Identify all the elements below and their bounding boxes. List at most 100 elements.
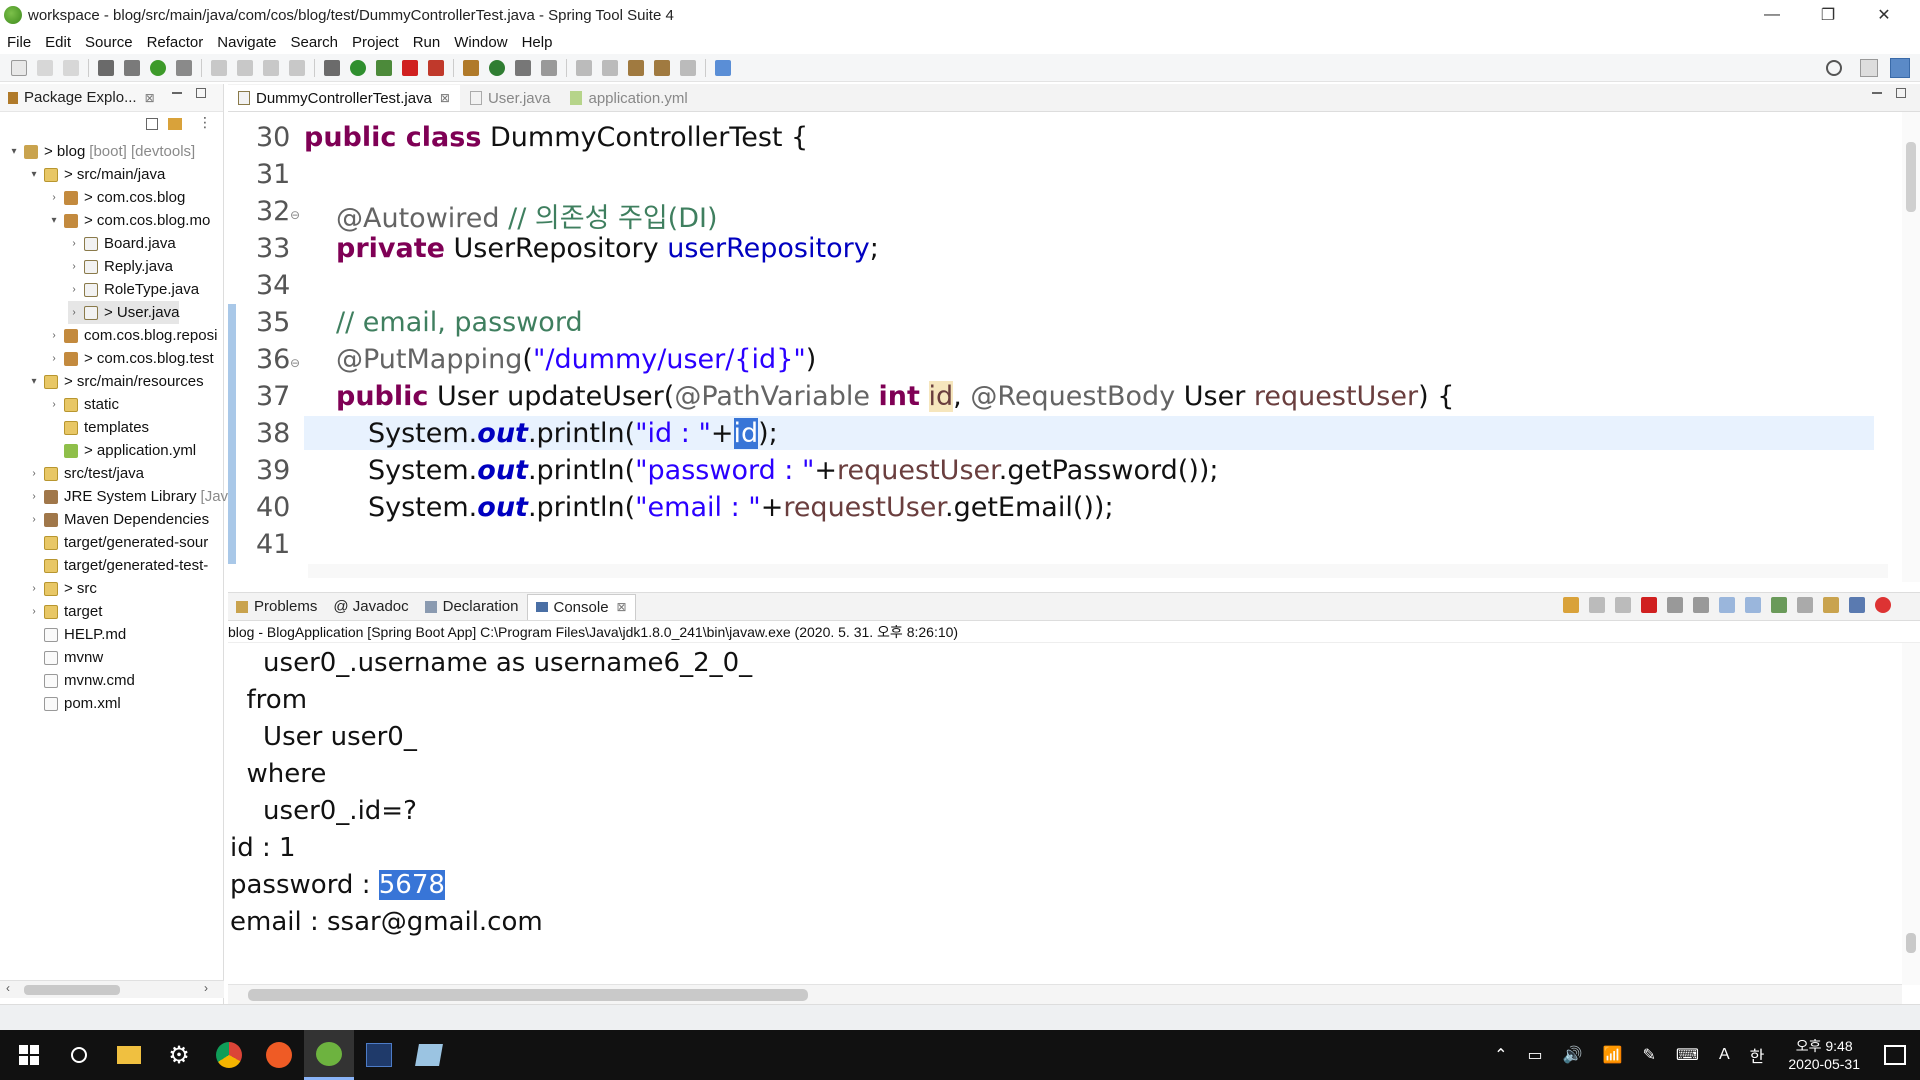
tree-item[interactable]: › JRE System Library [Jav [28, 485, 228, 508]
tab-application-yml[interactable]: application.yml [560, 85, 697, 111]
relaunch-icon[interactable] [428, 59, 444, 76]
tree-item[interactable]: › com.cos.blog.reposi [48, 324, 217, 347]
explorer-horizontal-scrollbar[interactable]: ‹ › [0, 980, 224, 998]
tree-expand-icon[interactable]: › [48, 330, 60, 341]
boot-dashboard-icon[interactable] [150, 59, 166, 76]
remove-all-icon[interactable] [1589, 597, 1605, 613]
new-icon[interactable] [11, 59, 27, 76]
save-icon[interactable] [37, 59, 53, 76]
link-editor-icon[interactable] [168, 118, 182, 130]
tree-expand-icon[interactable]: › [68, 261, 80, 272]
forward-icon[interactable] [680, 59, 696, 76]
show-on-output-icon[interactable] [1719, 597, 1735, 613]
menu-refactor[interactable]: Refactor [140, 34, 211, 51]
menu-project[interactable]: Project [345, 34, 406, 51]
file-explorer-icon[interactable] [104, 1030, 154, 1080]
menu-run[interactable]: Run [406, 34, 448, 51]
tree-expand-icon[interactable]: › [68, 307, 80, 318]
console-scroll-thumb[interactable] [1906, 933, 1916, 953]
new-package-icon[interactable] [463, 59, 479, 76]
open-perspective-icon[interactable] [1860, 59, 1878, 77]
next-annotation-icon[interactable] [576, 59, 592, 76]
tree-expand-icon[interactable]: › [28, 606, 40, 617]
pen-icon[interactable]: ✎ [1642, 1045, 1655, 1065]
step-over-icon[interactable] [237, 59, 253, 76]
editor-scroll-thumb[interactable] [1906, 142, 1916, 212]
tree-expand-icon[interactable]: › [68, 284, 80, 295]
java-perspective-icon[interactable] [1890, 58, 1910, 78]
step-icon[interactable] [211, 59, 227, 76]
stop-console-icon[interactable] [1875, 597, 1891, 613]
menu-file[interactable]: File [0, 34, 38, 51]
scroll-left-icon[interactable]: ‹ [6, 981, 10, 995]
tree-expand-icon[interactable]: ▾ [8, 146, 20, 157]
console-vertical-scrollbar[interactable] [1902, 643, 1920, 985]
terminate-icon[interactable] [1641, 597, 1657, 613]
tree-item[interactable]: › src/test/java [28, 462, 144, 485]
fold-toggle-icon[interactable]: ⊖ [290, 208, 300, 222]
boot-console-icon[interactable] [1849, 597, 1865, 613]
volume-icon[interactable]: 🔊 [1563, 1045, 1583, 1065]
minimize-view-icon[interactable] [172, 92, 182, 94]
tree-expand-icon[interactable]: › [48, 399, 60, 410]
menu-help[interactable]: Help [515, 34, 560, 51]
tree-item[interactable]: HELP.md [28, 623, 126, 646]
fold-toggle-icon[interactable]: ⊖ [290, 356, 300, 370]
tree-item[interactable]: › > com.cos.blog [48, 186, 185, 209]
step-return-icon[interactable] [263, 59, 279, 76]
menu-edit[interactable]: Edit [38, 34, 78, 51]
tree-item[interactable]: › > com.cos.blog.test [48, 347, 213, 370]
tree-item[interactable]: › > src [28, 577, 97, 600]
wifi-icon[interactable]: 📶 [1603, 1045, 1623, 1065]
pin-editor-icon[interactable] [715, 59, 731, 76]
keyboard-icon[interactable]: ⌨ [1676, 1045, 1699, 1065]
debug-icon[interactable] [324, 59, 340, 76]
tree-item[interactable]: ▾ > src/main/resources [28, 370, 203, 393]
tree-item[interactable]: > application.yml [48, 439, 196, 462]
display-console-icon[interactable] [1797, 597, 1813, 613]
ime-mode-a[interactable]: A [1719, 1046, 1730, 1064]
pin-console-icon[interactable] [1771, 597, 1787, 613]
console-hscroll-thumb[interactable] [248, 989, 808, 1001]
tree-item[interactable]: › target [28, 600, 102, 623]
tree-item[interactable]: › > User.java [68, 301, 180, 324]
maximize-button[interactable]: ❐ [1800, 0, 1856, 30]
menu-navigate[interactable]: Navigate [210, 34, 283, 51]
visual-studio-icon[interactable] [354, 1030, 404, 1080]
menu-window[interactable]: Window [447, 34, 514, 51]
settings-icon[interactable]: ⚙ [154, 1030, 204, 1080]
ime-mode-han[interactable]: 한 [1750, 1043, 1765, 1067]
tree-item[interactable]: target/generated-test- [28, 554, 208, 577]
open-console-icon[interactable] [1823, 597, 1839, 613]
package-explorer-title[interactable]: Package Explo... [24, 89, 137, 106]
package-explorer-close-icon[interactable]: ⊠ [145, 91, 155, 105]
drop-frame-icon[interactable] [289, 59, 305, 76]
tab-user-java[interactable]: User.java [460, 85, 561, 111]
tree-item[interactable]: › Maven Dependencies [28, 508, 209, 531]
search-icon[interactable] [1826, 60, 1842, 76]
search-toolbar-icon[interactable] [541, 59, 557, 76]
tab-dummy-controller-test[interactable]: DummyControllerTest.java ⊠ [228, 85, 460, 111]
back-icon[interactable] [654, 59, 670, 76]
menu-source[interactable]: Source [78, 34, 140, 51]
tab-javadoc[interactable]: @ Javadoc [325, 594, 416, 620]
chevron-up-icon[interactable]: ⌃ [1494, 1045, 1507, 1065]
tree-expand-icon[interactable]: › [68, 238, 80, 249]
tab-declaration[interactable]: Declaration [417, 594, 527, 620]
minimize-editor-icon[interactable] [1872, 92, 1882, 94]
tree-item[interactable]: ▾ > src/main/java [28, 163, 165, 186]
skip-breakpoints-icon[interactable] [124, 59, 140, 76]
collapse-all-icon[interactable] [146, 118, 158, 130]
windows-start-icon[interactable] [4, 1030, 54, 1080]
tree-item[interactable]: › static [48, 393, 119, 416]
tree-item[interactable]: mvnw [28, 646, 103, 669]
close-button[interactable]: ✕ [1856, 0, 1912, 30]
tree-expand-icon[interactable]: › [48, 353, 60, 364]
remove-launch-icon[interactable] [1563, 597, 1579, 613]
prev-annotation-icon[interactable] [602, 59, 618, 76]
chrome-icon[interactable] [204, 1030, 254, 1080]
notification-icon[interactable] [1884, 1045, 1906, 1065]
editor-vertical-scrollbar[interactable] [1902, 112, 1920, 582]
tree-expand-icon[interactable]: › [48, 192, 60, 203]
tree-item[interactable]: templates [48, 416, 149, 439]
